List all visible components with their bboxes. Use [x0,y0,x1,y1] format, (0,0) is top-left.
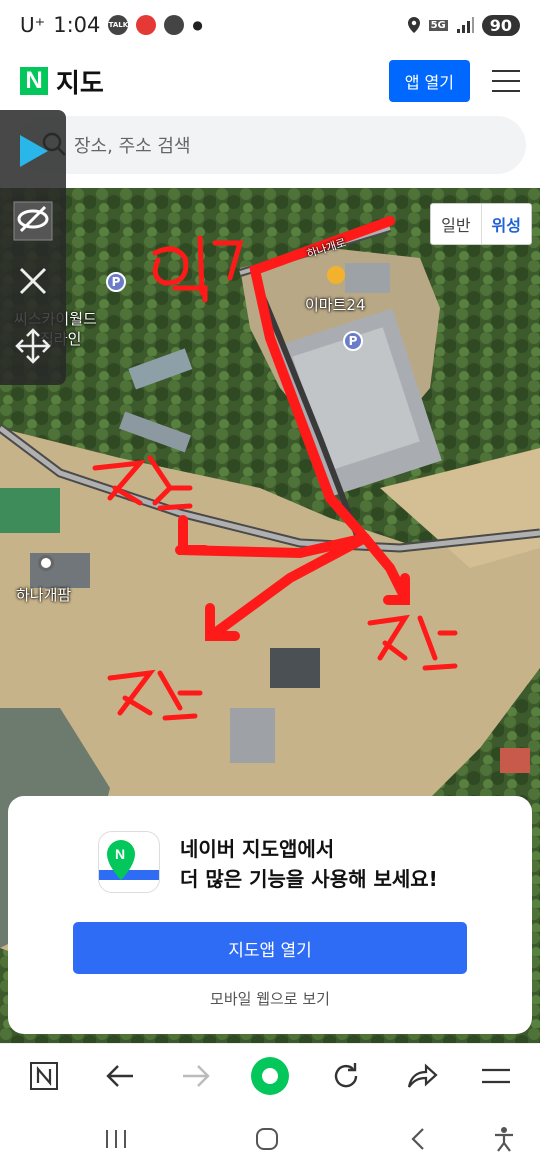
location-icon [407,17,420,33]
logo-n-mark: N [20,67,48,95]
search-bar[interactable]: 장소, 주소 검색 [16,116,526,174]
promo-message-line1: 네이버 지도앱에서 [180,837,335,861]
status-time: 1:04 [53,13,101,37]
network-type: 5G [428,19,448,31]
browser-toolbar [0,1043,540,1107]
recent-apps-icon[interactable] [98,1121,134,1157]
place-marker[interactable] [38,555,54,571]
battery-indicator: 90 [481,14,520,36]
notification-icon [136,15,157,35]
more-notifications-icon: ● [192,18,203,32]
open-app-button[interactable]: 앱 열기 [388,60,470,102]
hide-eye-icon[interactable] [12,200,54,242]
mobile-web-link[interactable]: 모바일 웹으로 보기 [8,988,532,1009]
svg-text:N: N [115,846,125,862]
promo-message-line2: 더 많은 기능을 사용해 보세요! [180,867,438,891]
forward-arrow-icon[interactable] [176,1056,216,1096]
logo-title: 지도 [56,68,104,99]
open-map-app-button[interactable]: 지도앱 열기 [73,922,467,974]
poi-emart24[interactable]: 이마트24 [305,294,366,315]
menu-icon[interactable] [476,1056,516,1096]
naver-map-app-icon: N [98,831,160,893]
parking-marker[interactable]: P [343,331,363,351]
talk-icon-text: TALK [108,21,129,29]
cloud-icon [164,15,185,35]
back-button-icon[interactable] [400,1121,436,1157]
promo-message: 네이버 지도앱에서 더 많은 기능을 사용해 보세요! [180,834,438,894]
refresh-icon[interactable] [326,1056,366,1096]
move-drag-icon[interactable] [12,325,54,367]
convenience-store-marker[interactable] [327,266,345,284]
app-header: N 지도 앱 열기 [0,50,540,112]
floating-overlay-panel [0,110,66,385]
carrier-label: U⁺ [20,13,46,37]
n-home-icon[interactable] [24,1056,64,1096]
search-placeholder: 장소, 주소 검색 [74,136,191,157]
talk-icon: TALK [108,15,129,35]
share-icon[interactable] [402,1056,442,1096]
system-navigation-bar [0,1107,540,1170]
parking-marker[interactable]: P [106,272,126,292]
naver-map-logo[interactable]: N 지도 [20,63,104,100]
accessibility-icon[interactable] [486,1121,522,1157]
app-promo-sheet: N 네이버 지도앱에서 더 많은 기능을 사용해 보세요! 지도앱 열기 모바일… [8,796,532,1034]
home-icon[interactable] [250,1056,290,1096]
map-type-toggle: 일반 위성 [430,203,532,245]
home-button-icon[interactable] [249,1121,285,1157]
map-type-satellite[interactable]: 위성 [482,204,531,244]
close-icon[interactable] [12,260,54,302]
play-overlay-icon[interactable] [12,130,54,172]
poi-hanagaepam[interactable]: 하나개팜 [16,584,71,605]
hamburger-menu-icon[interactable] [492,70,520,92]
signal-icon [456,17,474,33]
map-type-normal[interactable]: 일반 [431,204,482,244]
back-arrow-icon[interactable] [100,1056,140,1096]
status-bar: U⁺ 1:04 TALK ● 5G 90 [0,0,540,50]
